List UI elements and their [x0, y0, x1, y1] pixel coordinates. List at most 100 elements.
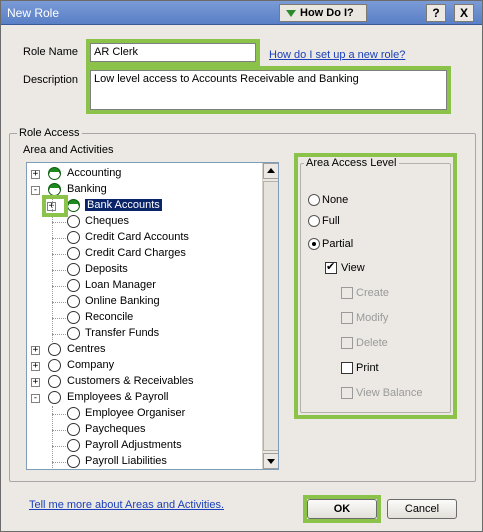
tree-item[interactable]: Online Banking — [27, 294, 263, 310]
tree-connector — [52, 430, 66, 431]
tree-item[interactable]: Transfer Funds — [27, 326, 263, 342]
tree-connector — [52, 222, 66, 223]
role-access-title: Role Access — [17, 127, 82, 139]
access-state-icon — [67, 327, 80, 340]
checkbox-delete-label: Delete — [356, 337, 388, 349]
tree-item[interactable]: + Centres — [27, 342, 263, 358]
access-state-icon — [48, 391, 61, 404]
tree-connector — [52, 334, 66, 335]
tree-connector — [52, 446, 66, 447]
tree-connector — [52, 318, 66, 319]
tree-scrollbar[interactable] — [262, 163, 278, 469]
access-state-icon — [67, 199, 80, 212]
tree-connector — [52, 302, 66, 303]
checkbox-view-balance-label: View Balance — [356, 387, 423, 399]
tree-connector — [52, 270, 66, 271]
access-state-icon — [67, 215, 80, 228]
checkbox-create-label: Create — [356, 287, 390, 299]
tree-item[interactable]: Loan Manager — [27, 278, 263, 294]
title-bar[interactable]: New Role How Do I? ? X — [1, 1, 482, 25]
tree-item[interactable]: + Company — [27, 358, 263, 374]
tree-item-label: Company — [67, 359, 115, 371]
description-label: Description — [23, 74, 79, 86]
tree-item[interactable]: + Accounting — [27, 166, 263, 182]
cancel-button[interactable]: Cancel — [387, 499, 457, 519]
dropdown-arrow-icon — [286, 10, 296, 17]
scroll-up-arrow-icon[interactable] — [263, 163, 278, 179]
tree-item-label: Credit Card Accounts — [85, 231, 189, 243]
tree-item-label: Customers & Receivables — [67, 375, 194, 387]
tree-item[interactable]: + Customers & Receivables — [27, 374, 263, 390]
checkbox-view[interactable] — [325, 260, 337, 274]
role-name-label: Role Name — [23, 46, 79, 58]
access-state-icon — [67, 311, 80, 324]
tree-connector — [52, 238, 66, 239]
tree-item-label: Credit Card Charges — [85, 247, 186, 259]
tree-item-label: Centres — [67, 343, 106, 355]
tree-item-label: Reconcile — [85, 311, 134, 323]
access-state-icon — [67, 455, 80, 468]
access-state-icon — [67, 263, 80, 276]
collapse-icon[interactable]: - — [31, 186, 40, 195]
tree-item-label: Employee Organiser — [85, 407, 186, 419]
tree-item[interactable]: Credit Card Charges — [27, 246, 263, 262]
new-role-dialog: New Role How Do I? ? X Role Name AR Cler… — [0, 0, 483, 532]
access-state-icon — [48, 375, 61, 388]
window-title: New Role — [7, 6, 60, 20]
tree-item-label: Bank Accounts — [85, 199, 162, 211]
access-state-icon — [67, 247, 80, 260]
help-button[interactable]: ? — [426, 4, 446, 22]
checkbox-modify — [341, 312, 353, 324]
tree-item[interactable]: Reconcile — [27, 310, 263, 326]
tree-item-label: Transfer Funds — [85, 327, 160, 339]
role-name-input[interactable]: AR Clerk — [90, 43, 256, 62]
tree-item[interactable]: - Employees & Payroll — [27, 390, 263, 406]
radio-full[interactable] — [308, 215, 320, 227]
close-button[interactable]: X — [454, 4, 474, 22]
scroll-thumb[interactable] — [263, 181, 278, 451]
tree-item-label: Paycheques — [85, 423, 146, 435]
areas-activities-more-link[interactable]: Tell me more about Areas and Activities. — [29, 499, 224, 511]
tree-item-label: Banking — [67, 183, 107, 195]
access-state-icon — [48, 343, 61, 356]
ok-button[interactable]: OK — [307, 499, 377, 519]
expand-icon[interactable]: + — [31, 170, 40, 179]
how-do-i-button[interactable]: How Do I? — [279, 4, 367, 22]
access-state-icon — [48, 359, 61, 372]
checkbox-modify-label: Modify — [356, 312, 389, 324]
checkbox-print-label: Print — [356, 362, 379, 374]
tree-item-label: Payroll Adjustments — [85, 439, 182, 451]
checkbox-delete — [341, 337, 353, 349]
access-state-icon — [67, 295, 80, 308]
role-setup-help-link[interactable]: How do I set up a new role? — [269, 49, 405, 61]
checkbox-print[interactable] — [341, 362, 353, 374]
tree-item[interactable]: Deposits — [27, 262, 263, 278]
collapse-icon[interactable]: - — [31, 394, 40, 403]
access-state-icon — [67, 279, 80, 292]
tree-connector — [52, 414, 66, 415]
tree-item-label: Loan Manager — [85, 279, 156, 291]
tree-connector — [52, 462, 66, 463]
how-do-i-label: How Do I? — [300, 7, 354, 19]
tree-item[interactable]: Credit Card Accounts — [27, 230, 263, 246]
description-input[interactable]: Low level access to Accounts Receivable … — [90, 70, 447, 110]
expand-icon[interactable]: + — [31, 378, 40, 387]
expand-icon[interactable]: + — [31, 362, 40, 371]
access-state-icon — [67, 439, 80, 452]
area-activities-heading: Area and Activities — [23, 144, 114, 156]
checkbox-create — [341, 287, 353, 299]
radio-full-label: Full — [322, 215, 340, 227]
tree-item-label: Payroll Liabilities — [85, 455, 167, 467]
radio-none[interactable] — [308, 194, 320, 206]
access-state-icon — [67, 407, 80, 420]
radio-partial-label: Partial — [322, 238, 354, 250]
access-state-icon — [67, 231, 80, 244]
checkbox-view-label: View — [341, 262, 365, 274]
scroll-down-arrow-icon[interactable] — [263, 453, 278, 469]
radio-partial[interactable] — [308, 238, 320, 250]
radio-none-label: None — [322, 194, 349, 206]
tree-item-label: Cheques — [85, 215, 130, 227]
expand-icon[interactable]: + — [31, 346, 40, 355]
access-state-icon — [67, 423, 80, 436]
tree-connector — [52, 254, 66, 255]
